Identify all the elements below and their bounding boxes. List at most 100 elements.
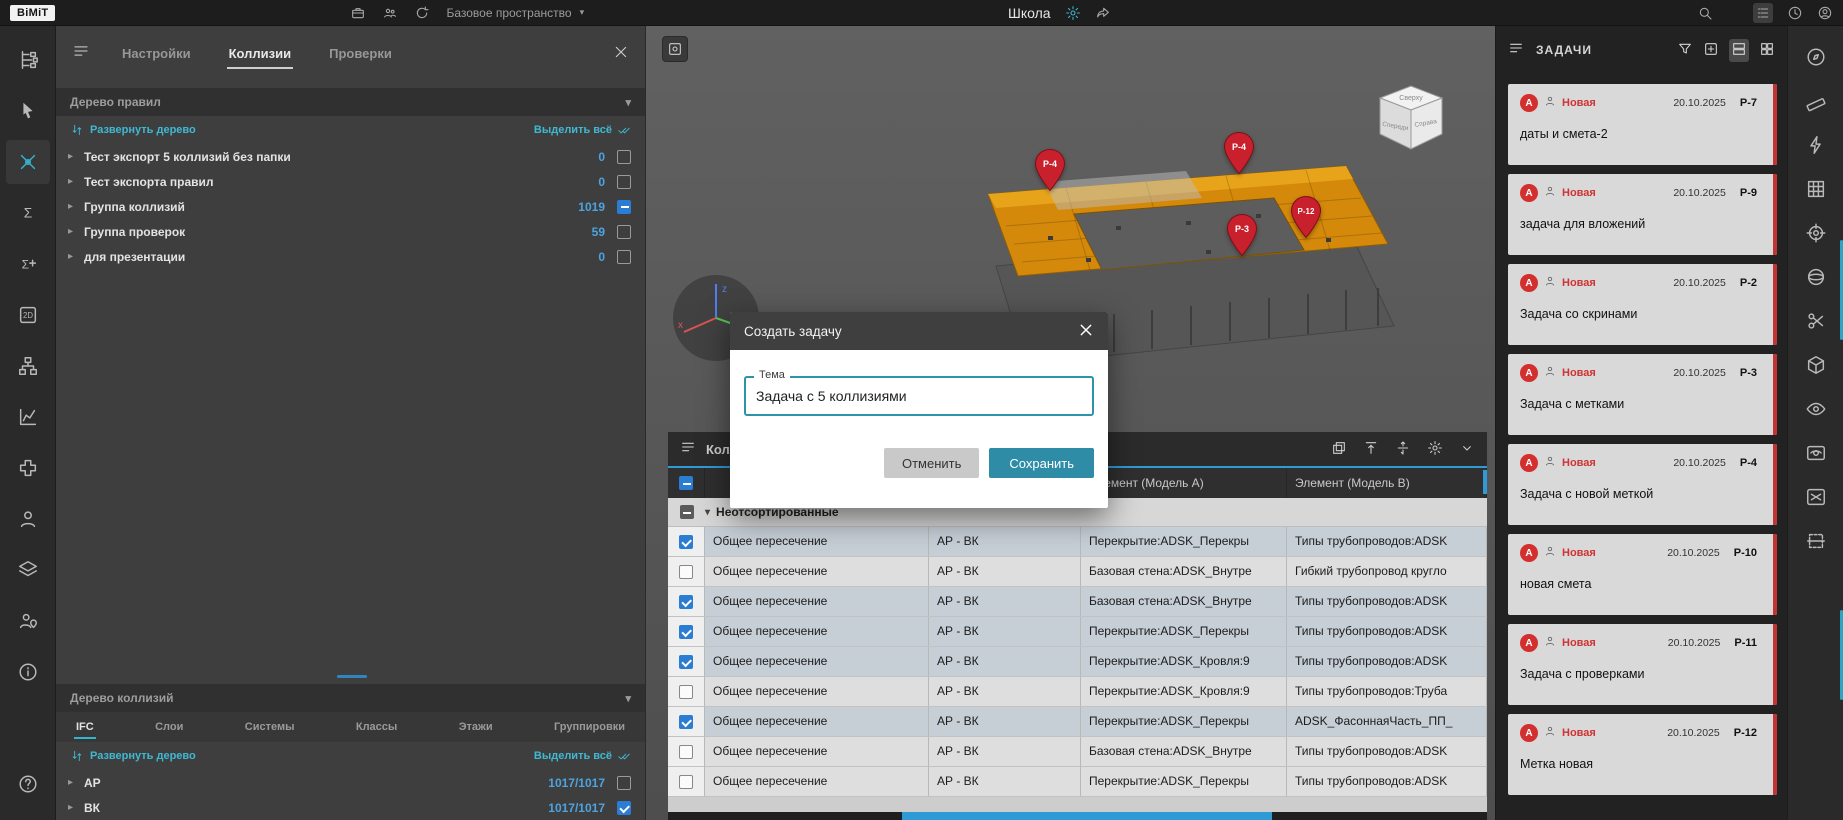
archive-button[interactable] bbox=[350, 5, 366, 21]
collision-row[interactable]: Общее пересечение АР - ВК Перекрытие:ADS… bbox=[668, 707, 1487, 737]
tool-section[interactable] bbox=[1796, 524, 1836, 558]
expand-arrow-icon[interactable]: ▸ bbox=[68, 226, 84, 237]
tool-compass[interactable] bbox=[1796, 40, 1836, 74]
tree-item-checkbox[interactable] bbox=[617, 200, 631, 214]
select-all-link[interactable]: Выделить всё bbox=[534, 750, 612, 762]
tree-item[interactable]: ▸ Тест экспорт 5 коллизий без папки 0 bbox=[56, 144, 645, 169]
collision-row[interactable]: Общее пересечение АР - ВК Перекрытие:ADS… bbox=[668, 527, 1487, 557]
topic-input[interactable] bbox=[744, 376, 1094, 416]
task-card[interactable]: A Новая 20.10.2025 P-9 задача для вложен… bbox=[1508, 174, 1777, 255]
tool-sum-plus[interactable]: Σ bbox=[6, 242, 50, 286]
collision-row[interactable]: Общее пересечение АР - ВК Базовая стена:… bbox=[668, 737, 1487, 767]
cards-view-button[interactable] bbox=[1729, 39, 1749, 62]
expand-arrow-icon[interactable]: ▸ bbox=[68, 201, 84, 212]
table-hscroll-thumb[interactable] bbox=[902, 812, 1272, 820]
row-checkbox[interactable] bbox=[679, 685, 693, 699]
tool-flash[interactable] bbox=[1796, 128, 1836, 162]
tool-plan-2d[interactable]: 2D bbox=[6, 293, 50, 337]
tool-eye[interactable] bbox=[1796, 392, 1836, 426]
tree-item[interactable]: ▸ АР 1017/1017 bbox=[56, 770, 645, 795]
table-vscroll-thumb[interactable] bbox=[1483, 470, 1487, 494]
search-button[interactable] bbox=[1697, 5, 1713, 21]
collision-row[interactable]: Общее пересечение АР - ВК Перекрытие:ADS… bbox=[668, 647, 1487, 677]
tool-eye-box[interactable] bbox=[1796, 436, 1836, 470]
tool-select[interactable] bbox=[6, 89, 50, 133]
tree-filter-tab[interactable]: Этажи bbox=[457, 713, 495, 741]
view-cube[interactable]: Сверху Спереди Справа bbox=[1368, 78, 1454, 158]
tool-graph[interactable] bbox=[6, 395, 50, 439]
tool-puzzle[interactable] bbox=[6, 446, 50, 490]
duplicate-button[interactable] bbox=[1331, 440, 1347, 459]
select-all-link[interactable]: Выделить всё bbox=[534, 124, 612, 136]
close-panel-button[interactable] bbox=[613, 44, 629, 63]
tool-info[interactable] bbox=[6, 650, 50, 694]
close-dialog-button[interactable] bbox=[1078, 322, 1094, 341]
expand-arrow-icon[interactable]: ▸ bbox=[68, 802, 84, 813]
tree-item-checkbox[interactable] bbox=[617, 801, 631, 815]
expand-tree-link[interactable]: Развернуть дерево bbox=[90, 124, 196, 136]
tool-user-pin[interactable] bbox=[6, 599, 50, 643]
expand-tree-link[interactable]: Развернуть дерево bbox=[90, 750, 196, 762]
collision-row[interactable]: Общее пересечение АР - ВК Перекрытие:ADS… bbox=[668, 767, 1487, 797]
tool-help[interactable] bbox=[6, 762, 50, 806]
column-element-a[interactable]: Элемент (Модель А) bbox=[1081, 468, 1287, 498]
tree-item[interactable]: ▸ ВК 1017/1017 bbox=[56, 795, 645, 820]
task-card[interactable]: A Новая 20.10.2025 P-7 даты и смета-2 bbox=[1508, 84, 1777, 165]
expand-arrow-icon[interactable]: ▸ bbox=[68, 251, 84, 262]
menu-icon[interactable] bbox=[72, 42, 90, 65]
team-button[interactable] bbox=[382, 5, 398, 21]
task-card[interactable]: A Новая 20.10.2025 P-11 Задача с проверк… bbox=[1508, 624, 1777, 705]
row-checkbox[interactable] bbox=[679, 745, 693, 759]
tree-item-checkbox[interactable] bbox=[617, 776, 631, 790]
tree-filter-tab[interactable]: Группировки bbox=[552, 713, 627, 741]
collapse-table-button[interactable] bbox=[1459, 440, 1475, 459]
tree-filter-tab[interactable]: Классы bbox=[354, 713, 399, 741]
tool-structure[interactable] bbox=[6, 38, 50, 82]
task-card[interactable]: A Новая 20.10.2025 P-12 Метка новая bbox=[1508, 714, 1777, 795]
panel-scrollbar-thumb[interactable] bbox=[337, 675, 367, 678]
account-button[interactable] bbox=[1817, 5, 1833, 21]
panel-tab[interactable]: Настройки bbox=[120, 38, 193, 69]
tree-filter-tab[interactable]: IFC bbox=[74, 713, 96, 741]
task-pin[interactable]: P-3 bbox=[1225, 213, 1259, 257]
tool-box[interactable] bbox=[1796, 348, 1836, 382]
align-center-button[interactable] bbox=[1395, 440, 1411, 459]
tool-grid[interactable] bbox=[1796, 172, 1836, 206]
tool-scheme[interactable] bbox=[6, 344, 50, 388]
column-element-b[interactable]: Элемент (Модель В) bbox=[1287, 468, 1487, 498]
table-settings-button[interactable] bbox=[1427, 440, 1443, 459]
rules-tree-header[interactable]: Дерево правил ▾ bbox=[56, 88, 645, 116]
tool-user[interactable] bbox=[6, 497, 50, 541]
menu-icon[interactable] bbox=[1508, 40, 1524, 61]
row-checkbox[interactable] bbox=[679, 535, 693, 549]
save-button[interactable]: Сохранить bbox=[989, 448, 1094, 478]
tree-item-checkbox[interactable] bbox=[617, 250, 631, 264]
sync-button[interactable] bbox=[414, 5, 430, 21]
history-button[interactable] bbox=[1787, 5, 1803, 21]
tree-item-checkbox[interactable] bbox=[617, 175, 631, 189]
collision-row[interactable]: Общее пересечение АР - ВК Перекрытие:ADS… bbox=[668, 677, 1487, 707]
project-settings-button[interactable] bbox=[1065, 5, 1081, 21]
task-pin[interactable]: P-4 bbox=[1033, 148, 1067, 192]
tool-image-off[interactable] bbox=[1796, 480, 1836, 514]
menu-icon[interactable] bbox=[680, 439, 696, 460]
task-card[interactable]: A Новая 20.10.2025 P-10 новая смета bbox=[1508, 534, 1777, 615]
share-button[interactable] bbox=[1095, 5, 1111, 21]
add-task-button[interactable] bbox=[1703, 41, 1719, 60]
tree-item[interactable]: ▸ Группа проверок 59 bbox=[56, 219, 645, 244]
task-pin[interactable]: P-12 bbox=[1289, 195, 1323, 239]
collision-row[interactable]: Общее пересечение АР - ВК Базовая стена:… bbox=[668, 587, 1487, 617]
tool-sphere[interactable] bbox=[1796, 260, 1836, 294]
panels-view-button[interactable] bbox=[1753, 3, 1773, 23]
expand-arrow-icon[interactable]: ▸ bbox=[68, 777, 84, 788]
expand-arrow-icon[interactable]: ▸ bbox=[68, 176, 84, 187]
cancel-button[interactable]: Отменить bbox=[884, 448, 979, 478]
grid-view-button[interactable] bbox=[1759, 41, 1775, 60]
table-hscrollbar[interactable] bbox=[668, 812, 1487, 820]
tool-layers[interactable] bbox=[6, 548, 50, 592]
tool-collisions[interactable] bbox=[6, 140, 50, 184]
row-checkbox[interactable] bbox=[679, 655, 693, 669]
row-checkbox[interactable] bbox=[679, 595, 693, 609]
task-card[interactable]: A Новая 20.10.2025 P-4 Задача с новой ме… bbox=[1508, 444, 1777, 525]
panel-tab[interactable]: Коллизии bbox=[227, 38, 294, 69]
